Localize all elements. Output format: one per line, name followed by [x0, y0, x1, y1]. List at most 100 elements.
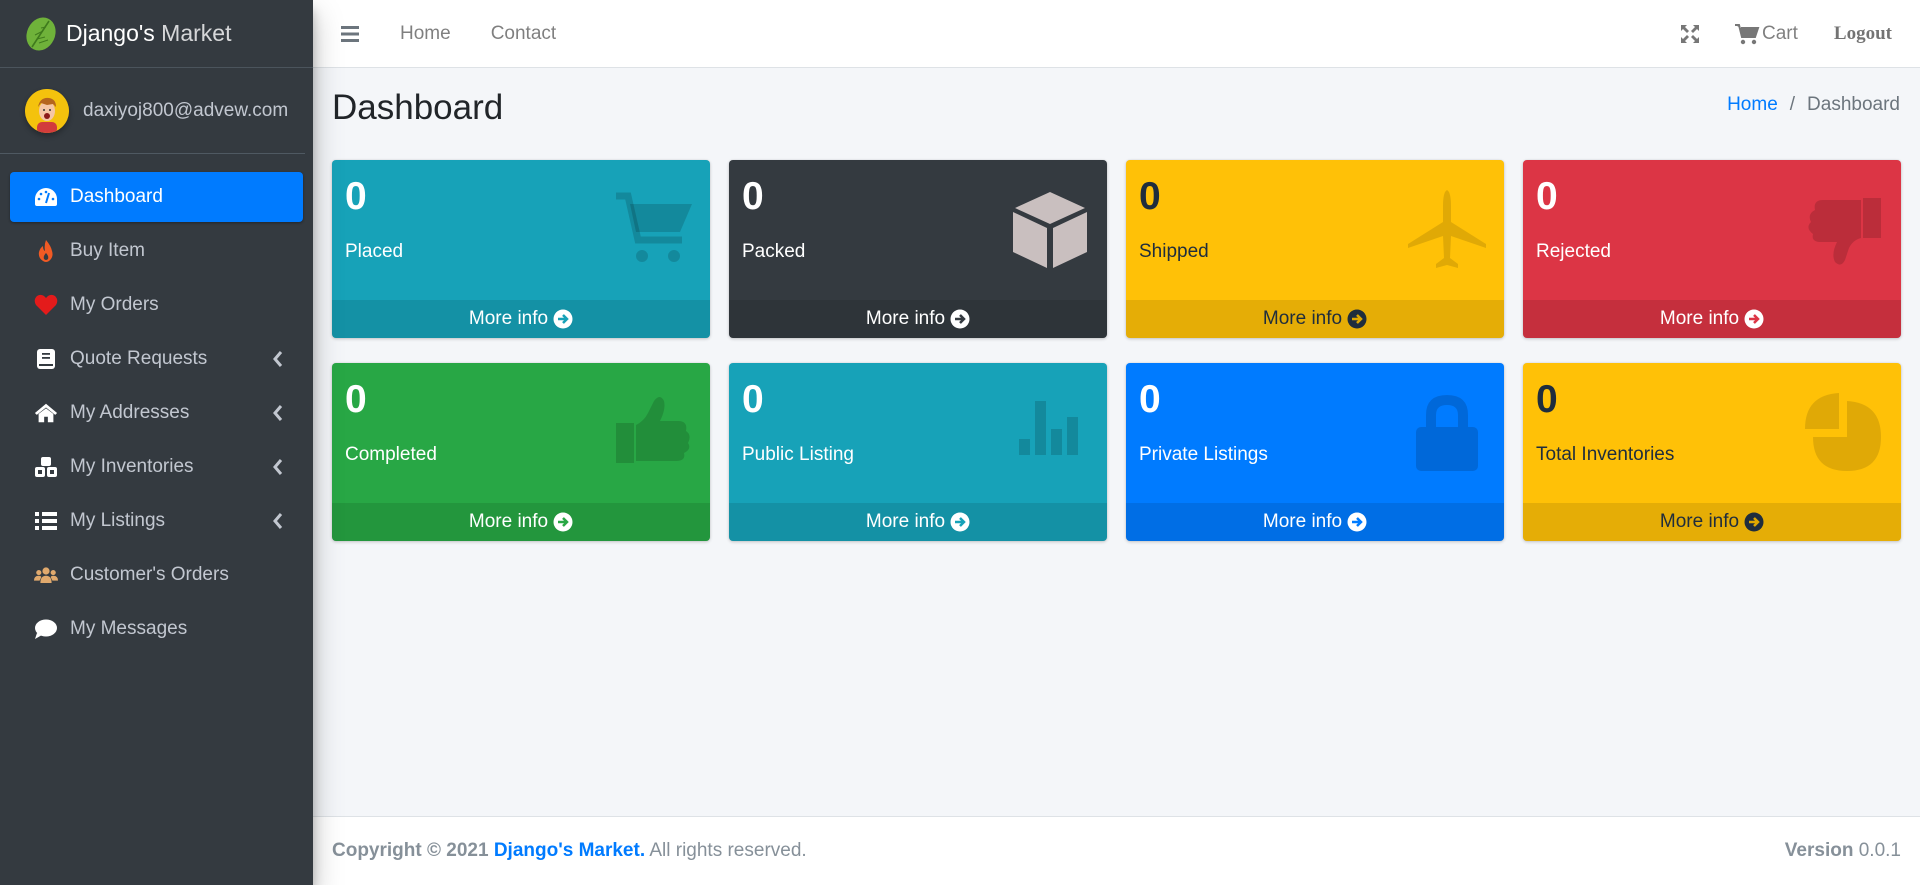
logout-link[interactable]: Logout — [1834, 23, 1892, 45]
sidebar-item-dashboard[interactable]: Dashboard — [10, 172, 303, 222]
version-info: Version 0.0.1 — [1785, 840, 1901, 862]
top-navbar: Home Contact Cart Logout — [313, 0, 1920, 68]
thumbs-up-icon — [616, 397, 690, 463]
leaf-icon — [26, 16, 56, 51]
arrow-circle-right-icon — [1744, 309, 1764, 329]
stat-box-placed: 0 Placed More info — [332, 160, 710, 338]
comment-icon — [34, 617, 58, 641]
stat-box-total-inventories: 0 Total Inventories More info — [1523, 363, 1901, 541]
more-info-label: More info — [1262, 308, 1343, 329]
chevron-left-icon[interactable] — [271, 458, 285, 476]
sidebar-item-my-messages[interactable]: My Messages — [10, 604, 303, 654]
home-icon — [34, 401, 58, 425]
sidebar-item-label: My Listings — [70, 510, 166, 531]
shopping-cart-icon — [616, 192, 692, 262]
sidebar-item-label: My Orders — [70, 294, 159, 315]
footer-brand-link[interactable]: Django's Market. — [494, 840, 645, 861]
brand-name: Django's Market — [66, 20, 231, 47]
sidebar-item-label: Customer's Orders — [70, 564, 229, 585]
cart-label: Cart — [1762, 23, 1798, 44]
nav-link-contact[interactable]: Contact — [491, 23, 556, 45]
arrow-circle-right-icon — [553, 309, 573, 329]
breadcrumb-separator: / — [1789, 94, 1796, 115]
stat-box-shipped: 0 Shipped More info — [1126, 160, 1504, 338]
stats-grid: 0 Placed More info 0 Packed More info 0 … — [332, 160, 1901, 541]
stat-box-rejected: 0 Rejected More info — [1523, 160, 1901, 338]
sidebar-item-my-orders[interactable]: My Orders — [10, 280, 303, 330]
version-label: Version — [1784, 840, 1854, 861]
sidebar-item-quote-requests[interactable]: Quote Requests — [10, 334, 303, 384]
stat-box-completed: 0 Completed More info — [332, 363, 710, 541]
plane-icon — [1408, 190, 1486, 268]
brand-name-bold: Django's — [66, 20, 155, 46]
arrow-circle-right-icon — [1347, 512, 1367, 532]
more-info-label: More info — [865, 308, 946, 329]
arrow-circle-right-icon — [950, 512, 970, 532]
sidebar-item-label: Buy Item — [70, 240, 145, 261]
cube-icon — [1013, 192, 1087, 268]
sidebar-item-label: My Messages — [70, 618, 188, 639]
more-info-label: More info — [865, 511, 946, 532]
sidebar-item-my-addresses[interactable]: My Addresses — [10, 388, 303, 438]
sidebar-item-label: My Inventories — [70, 456, 194, 477]
list-icon — [34, 509, 58, 533]
arrow-circle-right-icon — [1347, 309, 1367, 329]
bar-chart-icon — [1019, 401, 1078, 455]
sidebar-item-buy-item[interactable]: Buy Item — [10, 226, 303, 276]
tachometer-icon — [34, 185, 58, 209]
sidebar-item-label: My Addresses — [70, 402, 190, 423]
user-email[interactable]: daxiyoj800@advew.com — [83, 100, 288, 122]
copyright: Copyright © 2021 Django's Market. All ri… — [332, 840, 807, 862]
cubes-icon — [34, 455, 58, 479]
user-avatar-icon — [25, 88, 69, 133]
chevron-left-icon[interactable] — [271, 350, 285, 368]
nav-link-home[interactable]: Home — [400, 23, 451, 45]
sidebar-item-my-inventories[interactable]: My Inventories — [10, 442, 303, 492]
arrow-circle-right-icon — [1744, 512, 1764, 532]
breadcrumb-home[interactable]: Home — [1727, 94, 1778, 116]
more-info-link[interactable]: More info — [729, 300, 1107, 338]
cart-link[interactable]: Cart — [1734, 23, 1798, 45]
sidebar-item-label: Dashboard — [70, 186, 163, 207]
arrow-circle-right-icon — [553, 512, 573, 532]
main-content: Dashboard Home / Dashboard 0 Placed More… — [313, 68, 1920, 817]
copyright-prefix: Copyright © 2021 — [332, 840, 489, 861]
more-info-link[interactable]: More info — [729, 503, 1107, 541]
fullscreen-expand-icon[interactable] — [1680, 24, 1700, 44]
hamburger-menu-icon[interactable] — [340, 25, 360, 43]
more-info-label: More info — [468, 308, 549, 329]
more-info-link[interactable]: More info — [1126, 300, 1504, 338]
sidebar-nav: Dashboard Buy Item My Orders Quote Reque… — [0, 154, 313, 654]
pie-chart-icon — [1805, 393, 1881, 471]
version-value: 0.0.1 — [1858, 840, 1901, 861]
stat-box-private-listings: 0 Private Listings More info — [1126, 363, 1504, 541]
chevron-left-icon[interactable] — [271, 404, 285, 422]
sidebar: Django's Market daxiyoj800@advew.com Das… — [0, 0, 313, 885]
fire-icon — [34, 239, 58, 263]
rights-text: All rights reserved. — [649, 840, 807, 861]
more-info-link[interactable]: More info — [332, 503, 710, 541]
more-info-link[interactable]: More info — [1126, 503, 1504, 541]
breadcrumb-current: Dashboard — [1807, 94, 1900, 115]
brand-name-light: Market — [161, 20, 232, 46]
sidebar-item-customers-orders[interactable]: Customer's Orders — [10, 550, 303, 600]
more-info-label: More info — [468, 511, 549, 532]
avatar[interactable] — [25, 88, 69, 133]
heart-icon — [34, 293, 58, 317]
sidebar-item-label: Quote Requests — [70, 348, 208, 369]
sidebar-item-my-listings[interactable]: My Listings — [10, 496, 303, 546]
main-footer: Copyright © 2021 Django's Market. All ri… — [313, 816, 1920, 885]
arrow-circle-right-icon — [950, 309, 970, 329]
stat-box-public-listing: 0 Public Listing More info — [729, 363, 1107, 541]
more-info-label: More info — [1659, 511, 1740, 532]
more-info-link[interactable]: More info — [1523, 300, 1901, 338]
chevron-left-icon[interactable] — [271, 512, 285, 530]
shopping-cart-icon — [1735, 24, 1760, 45]
more-info-label: More info — [1262, 511, 1343, 532]
stat-box-packed: 0 Packed More info — [729, 160, 1107, 338]
page-title: Dashboard — [332, 88, 504, 127]
more-info-link[interactable]: More info — [1523, 503, 1901, 541]
thumbs-down-icon — [1808, 198, 1881, 265]
more-info-link[interactable]: More info — [332, 300, 710, 338]
brand-link[interactable]: Django's Market — [0, 0, 313, 68]
